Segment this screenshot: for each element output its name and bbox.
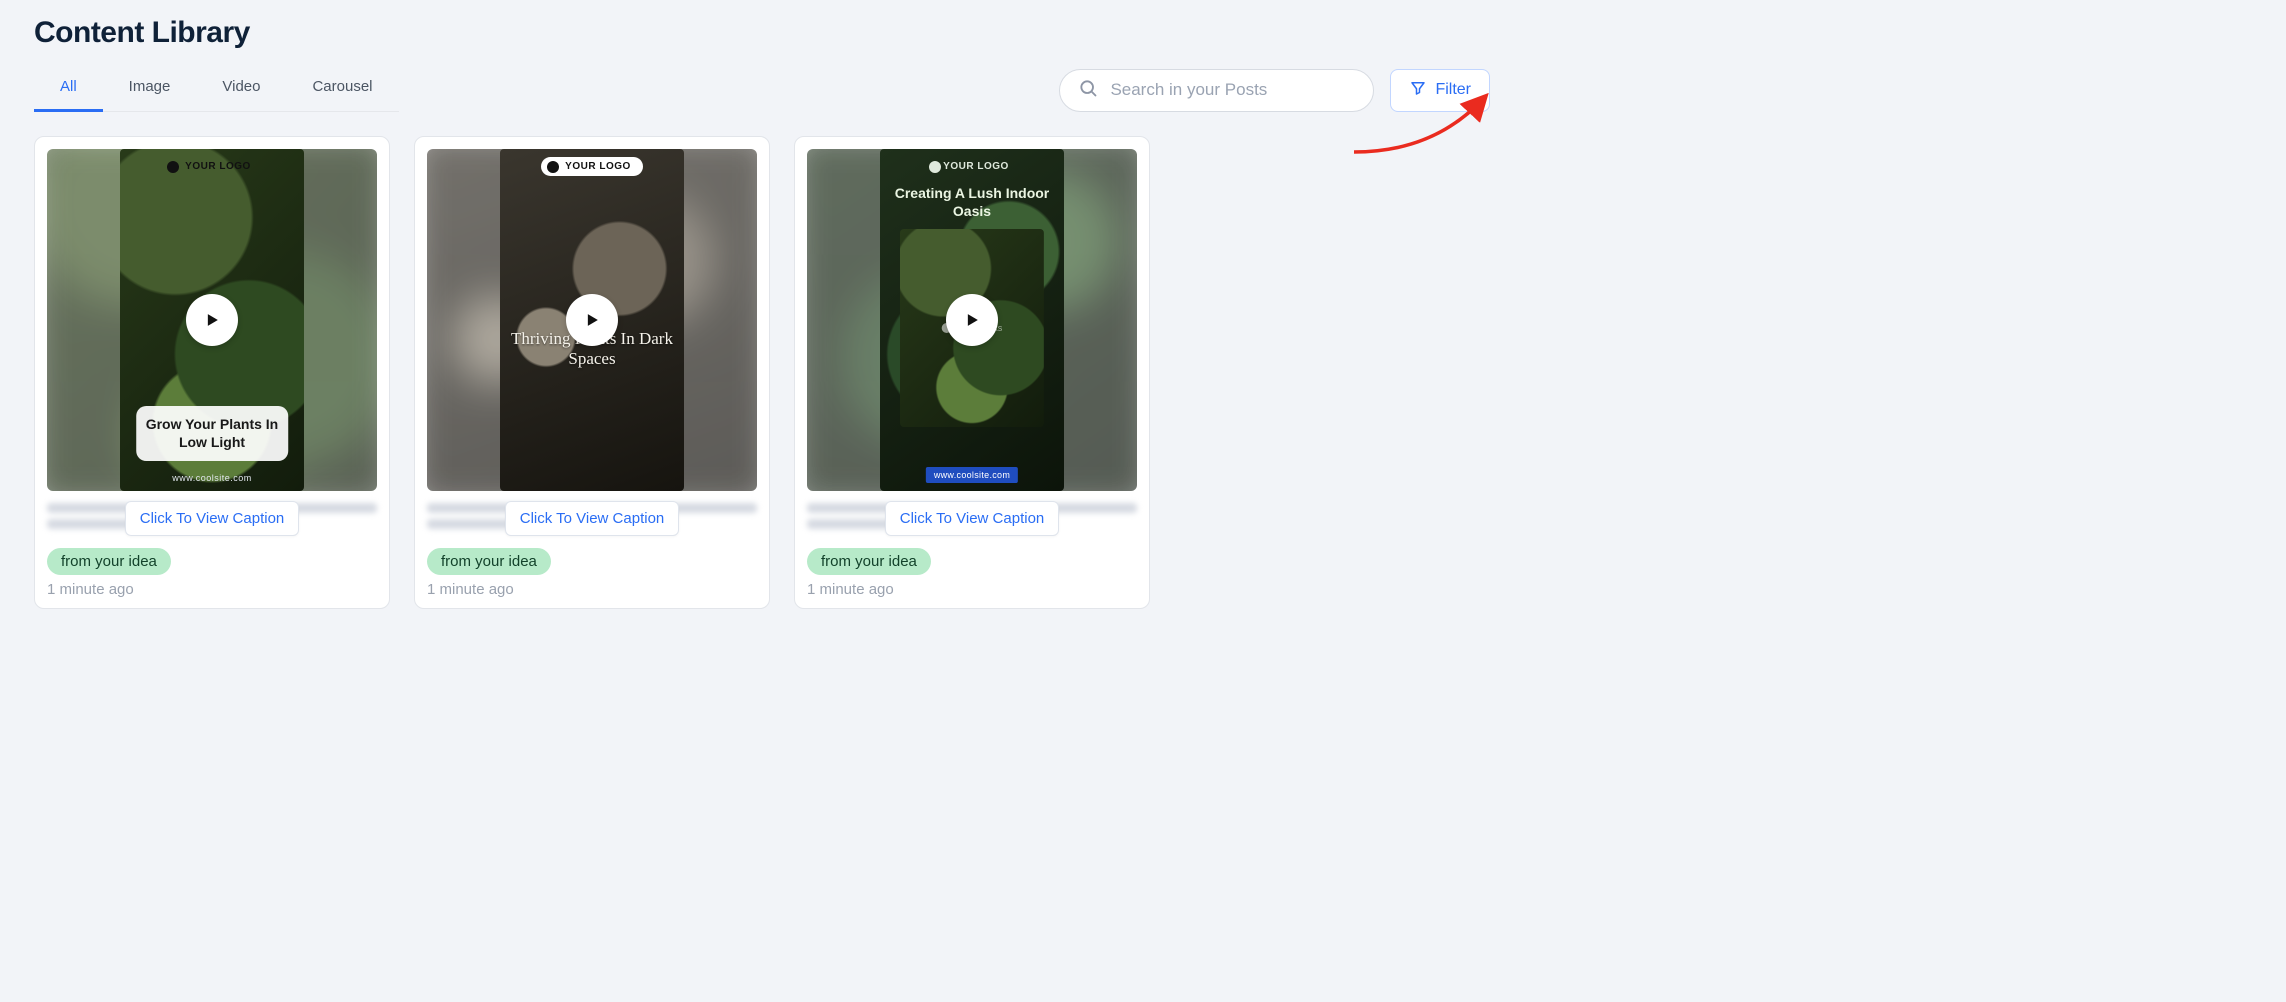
caption-row: Click To View Caption <box>47 501 377 536</box>
search-field[interactable] <box>1059 69 1374 112</box>
caption-row: Click To View Caption <box>427 501 757 536</box>
tab-carousel[interactable]: Carousel <box>286 68 398 112</box>
card-grid: YOUR LOGO Grow Your Plants In Low Light … <box>34 136 1490 609</box>
card-thumbnail[interactable]: YOUR LOGO Thriving Plants In Dark Spaces <box>427 149 757 491</box>
play-icon[interactable] <box>186 294 238 346</box>
play-icon[interactable] <box>566 294 618 346</box>
source-tag: from your idea <box>47 548 171 575</box>
view-caption-button[interactable]: Click To View Caption <box>125 501 300 536</box>
source-tag: from your idea <box>427 548 551 575</box>
card-timestamp: 1 minute ago <box>427 581 757 598</box>
source-tag: from your idea <box>807 548 931 575</box>
search-icon <box>1078 78 1098 103</box>
card-headline: Creating A Lush Indoor Oasis <box>893 185 1052 220</box>
card-headline: Grow Your Plants In Low Light <box>136 406 288 461</box>
logo-badge: YOUR LOGO <box>541 157 643 176</box>
search-input[interactable] <box>1108 79 1355 101</box>
tab-video[interactable]: Video <box>196 68 286 112</box>
logo-badge: YOUR LOGO <box>923 157 1021 176</box>
tab-all[interactable]: All <box>34 68 103 112</box>
card-site-url: www.coolsite.com <box>926 467 1018 483</box>
view-caption-button[interactable]: Click To View Caption <box>885 501 1060 536</box>
card-thumbnail[interactable]: YOUR LOGO Creating A Lush Indoor Oasis S… <box>807 149 1137 491</box>
card-thumbnail[interactable]: YOUR LOGO Grow Your Plants In Low Light … <box>47 149 377 491</box>
card-timestamp: 1 minute ago <box>807 581 1137 598</box>
caption-row: Click To View Caption <box>807 501 1137 536</box>
logo-badge: YOUR LOGO <box>161 157 263 176</box>
filter-button-label: Filter <box>1435 81 1471 99</box>
content-card[interactable]: YOUR LOGO Creating A Lush Indoor Oasis S… <box>794 136 1150 609</box>
tab-bar: All Image Video Carousel <box>34 68 399 112</box>
filter-button[interactable]: Filter <box>1390 69 1490 112</box>
header-row: All Image Video Carousel Filter <box>34 68 1490 112</box>
card-site-url: www.coolsite.com <box>172 473 252 483</box>
content-card[interactable]: YOUR LOGO Grow Your Plants In Low Light … <box>34 136 390 609</box>
tab-image[interactable]: Image <box>103 68 197 112</box>
card-timestamp: 1 minute ago <box>47 581 377 598</box>
page-title: Content Library <box>34 16 1490 50</box>
content-card[interactable]: YOUR LOGO Thriving Plants In Dark Spaces… <box>414 136 770 609</box>
filter-icon <box>1409 79 1427 102</box>
play-icon[interactable] <box>946 294 998 346</box>
view-caption-button[interactable]: Click To View Caption <box>505 501 680 536</box>
